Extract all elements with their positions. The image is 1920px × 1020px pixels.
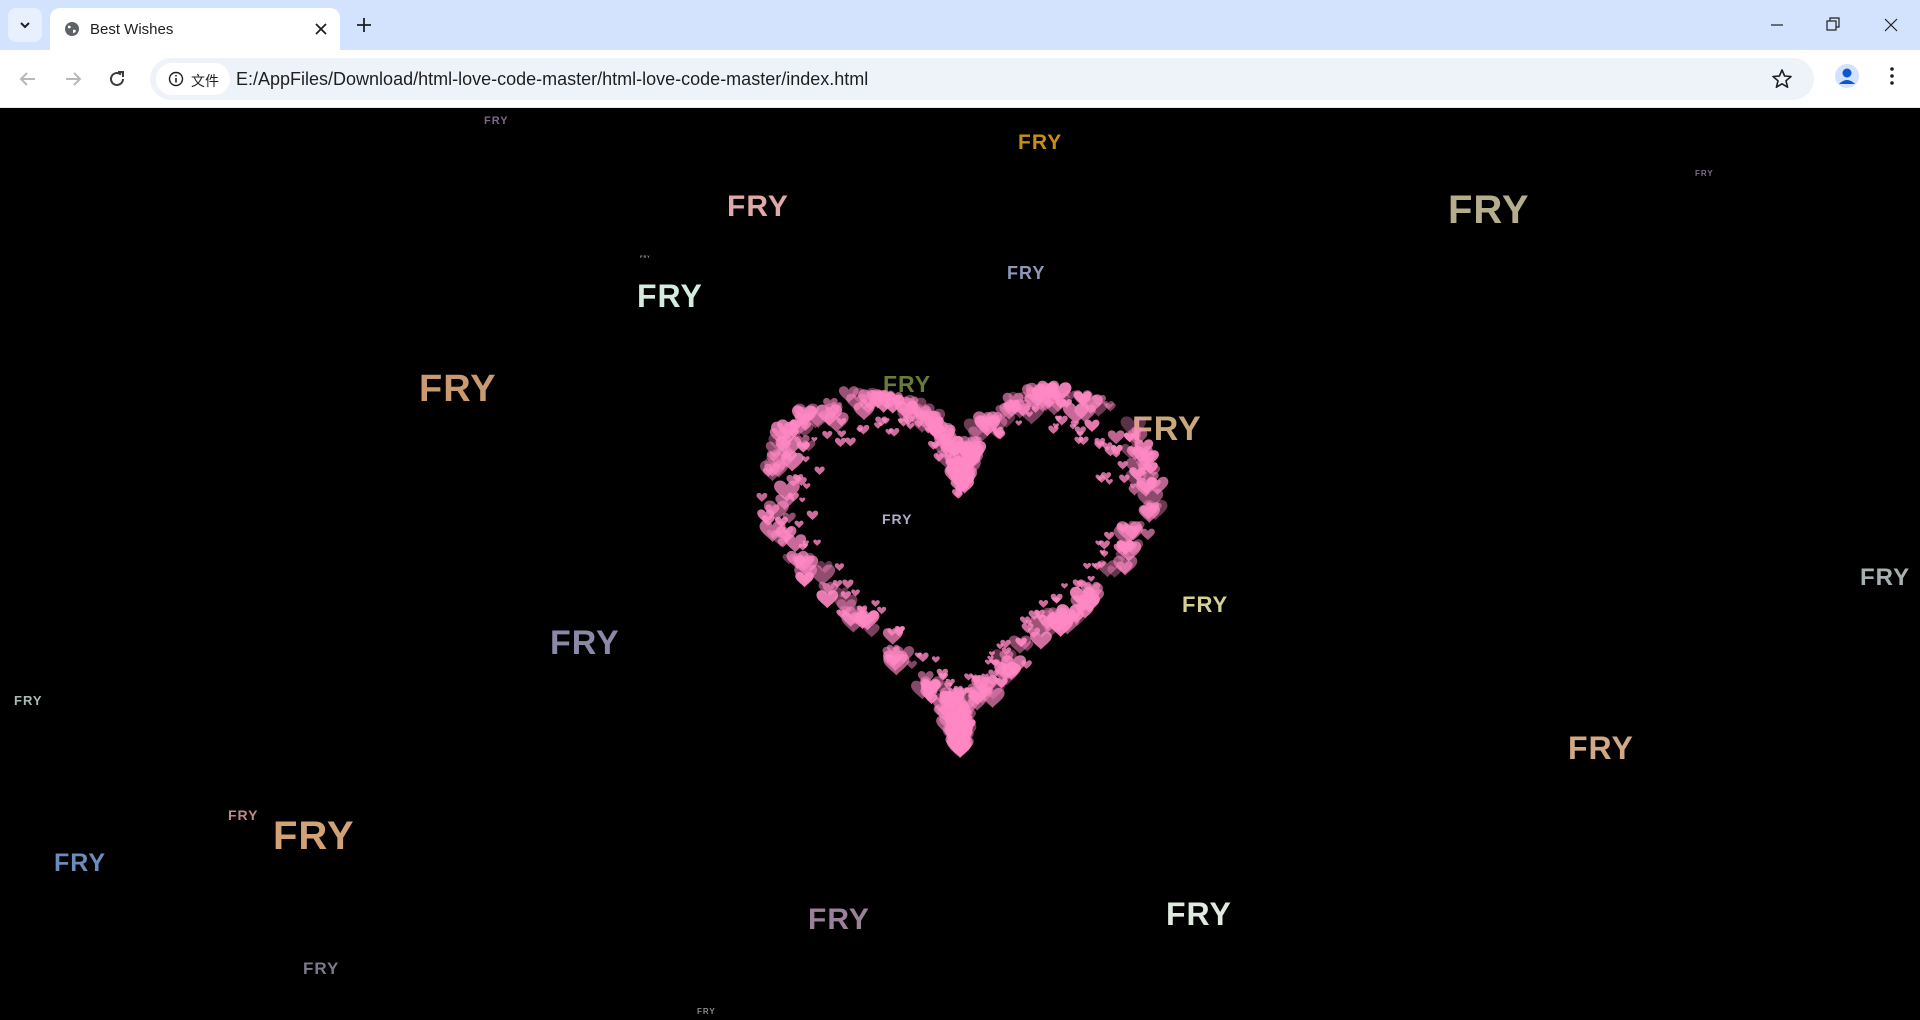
mini-heart — [1140, 528, 1155, 541]
mini-heart — [906, 660, 917, 670]
floating-fry-text: FRY — [1568, 730, 1634, 766]
mini-heart — [794, 520, 804, 529]
window-close-icon[interactable] — [1876, 10, 1906, 40]
mini-heart — [799, 497, 806, 503]
site-chip-label: 文件 — [191, 73, 219, 89]
globe-icon — [65, 22, 79, 36]
mini-heart — [1087, 575, 1095, 583]
mini-heart — [813, 539, 821, 546]
tab-strip: Best Wishes — [0, 0, 1920, 50]
mini-heart — [801, 456, 810, 463]
floating-fry-text: FRY — [640, 254, 651, 259]
floating-fry-text: FRY — [808, 903, 870, 936]
floating-fry-text: FRY — [697, 1007, 716, 1016]
floating-fry-text: FRY — [1166, 896, 1232, 932]
mini-heart — [1084, 419, 1100, 433]
mini-heart — [1105, 478, 1113, 485]
floating-fry-text: FRY — [303, 959, 340, 978]
mini-heart — [1104, 531, 1115, 541]
floating-fry-text: FRY — [1448, 188, 1530, 232]
floating-fry-text: FRY — [228, 807, 259, 823]
tab-search-button[interactable] — [8, 8, 42, 42]
toolbar: 文件 E:/AppFiles/Download/html-love-code-m… — [0, 50, 1920, 108]
floating-fry-text: FRY — [1018, 131, 1063, 154]
info-icon — [168, 71, 184, 87]
mini-heart — [814, 466, 825, 476]
reload-icon[interactable] — [104, 66, 130, 92]
mini-heart — [916, 652, 929, 663]
mini-heart — [906, 422, 915, 430]
floating-fry-text: FRY — [14, 693, 43, 708]
floating-fry-text: FRY — [637, 278, 703, 314]
mini-heart — [837, 430, 847, 438]
mini-heart — [931, 656, 940, 663]
mini-heart — [834, 563, 845, 572]
love-animation-canvas[interactable]: FRY FRY FRY FRY FRY FRY FRY FRY FRY FRY FRY FRY FRY F… — [0, 108, 1920, 1020]
floating-fry-text: FRY — [1860, 564, 1911, 591]
floating-fry-text: FRY — [1182, 592, 1229, 617]
floating-fry-text: FRY — [550, 624, 620, 662]
floating-fry-text: FRY — [484, 115, 509, 127]
mini-heart — [803, 483, 811, 490]
floating-fry-text: FRY — [419, 368, 497, 410]
back-arrow-icon[interactable] — [15, 66, 41, 92]
floating-fry-text: FRY — [273, 814, 355, 858]
mini-heart — [1083, 562, 1092, 570]
floating-fry-text: FRY — [1007, 263, 1046, 283]
mini-heart — [1021, 660, 1032, 670]
mini-heart — [1038, 599, 1049, 608]
mini-heart — [1061, 583, 1068, 589]
tab-title: Best Wishes — [90, 21, 174, 38]
mini-heart — [1117, 460, 1128, 470]
forward-arrow-icon[interactable] — [60, 66, 86, 92]
floating-fry-text: FRY — [1695, 169, 1714, 178]
more-menu-icon[interactable] — [1880, 64, 1904, 88]
floating-fry-text: FRY — [54, 849, 107, 877]
profile-avatar-icon[interactable] — [1834, 63, 1860, 89]
mini-heart — [1107, 430, 1125, 445]
mini-heart — [857, 424, 870, 435]
new-tab-icon[interactable] — [352, 13, 376, 37]
mini-heart — [871, 600, 880, 608]
mini-heart — [844, 437, 856, 447]
close-icon[interactable] — [312, 20, 330, 38]
minimize-icon[interactable] — [1762, 10, 1792, 40]
address-bar[interactable]: 文件 E:/AppFiles/Download/html-love-code-m… — [150, 58, 1814, 100]
tab-best-wishes[interactable]: Best Wishes — [50, 8, 340, 50]
heart-shape — [756, 380, 1169, 758]
mini-heart — [806, 510, 819, 521]
mini-heart — [1074, 426, 1086, 436]
floating-fry-text: FRY — [727, 190, 789, 223]
url-text[interactable]: E:/AppFiles/Download/html-love-code-mast… — [236, 69, 868, 90]
chevron-down-icon — [20, 22, 30, 29]
mini-heart — [756, 492, 768, 502]
restore-icon[interactable] — [1818, 10, 1848, 40]
mini-heart — [1015, 420, 1023, 426]
mini-heart — [834, 437, 847, 448]
mini-heart — [1119, 474, 1130, 484]
mini-heart — [822, 430, 833, 440]
bookmark-star-icon[interactable] — [1770, 67, 1794, 91]
site-info-chip[interactable]: 文件 — [156, 63, 230, 95]
